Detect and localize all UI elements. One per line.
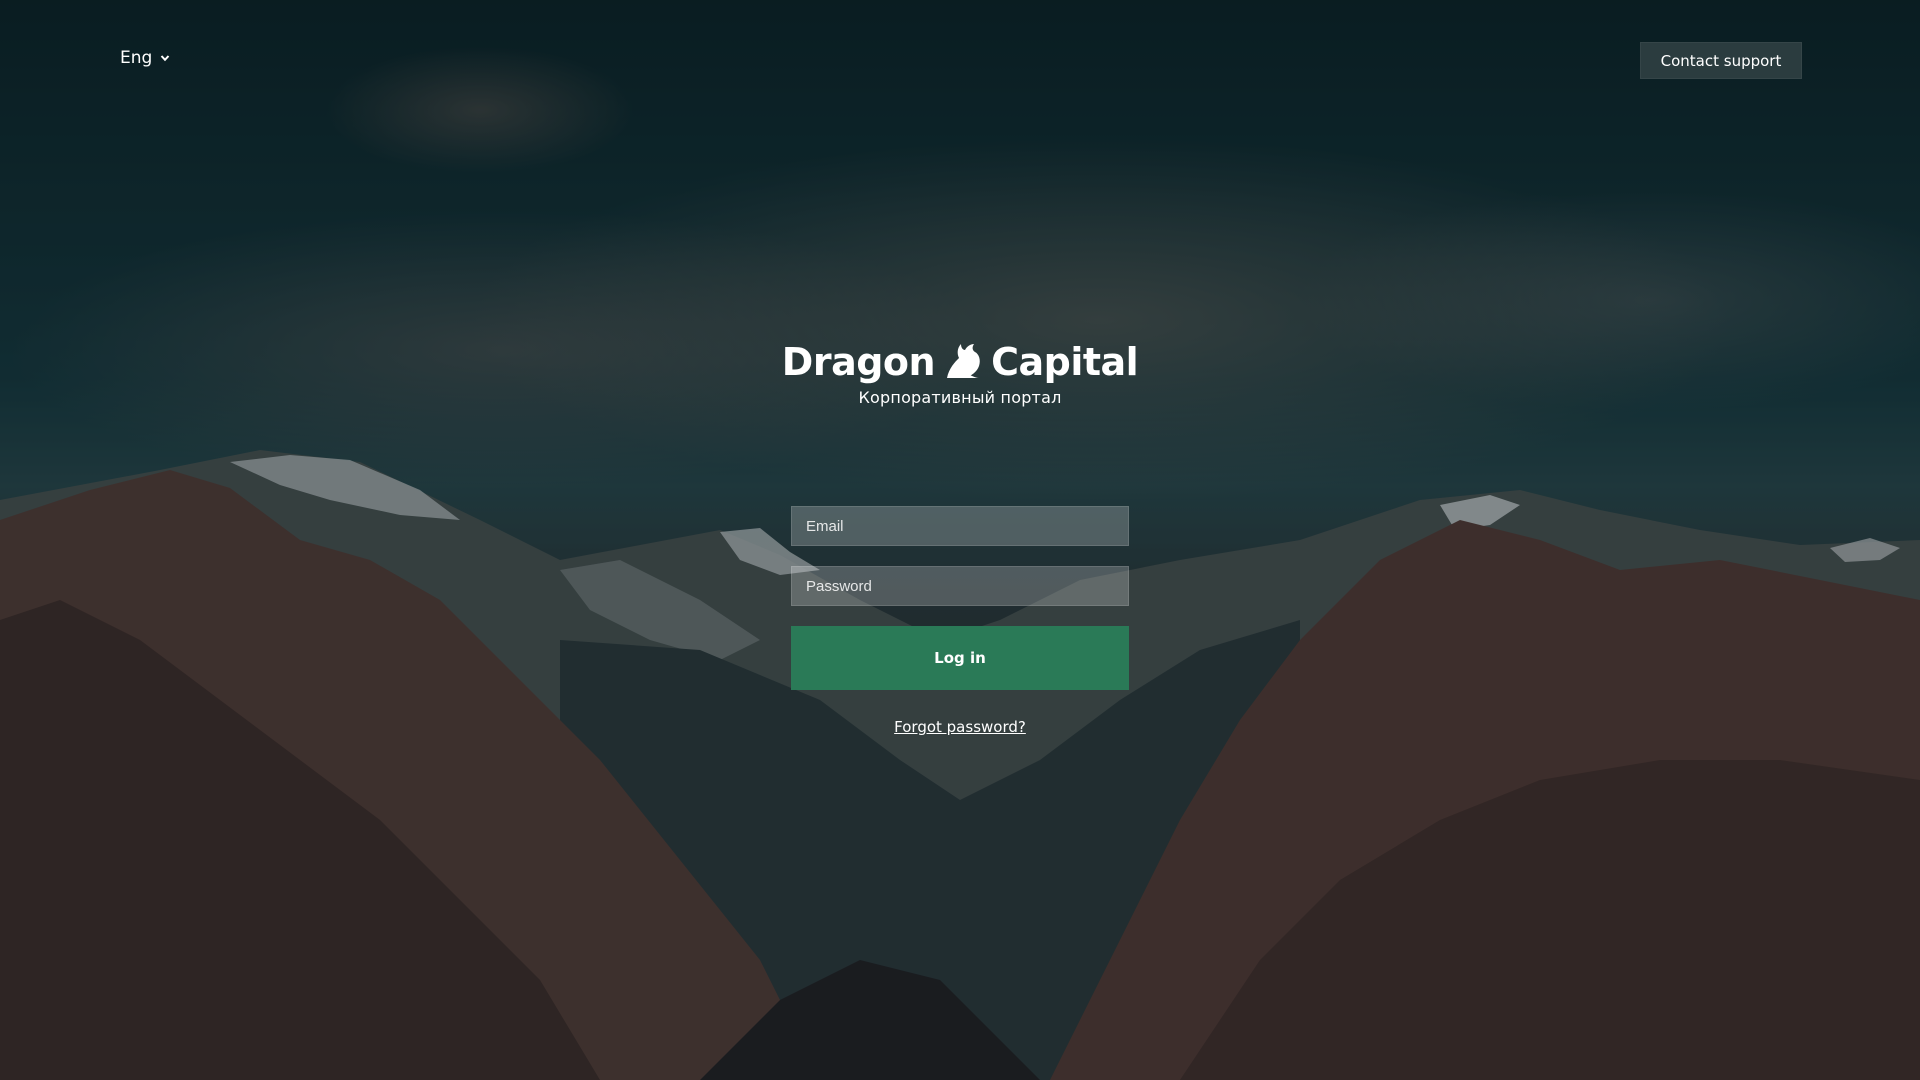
email-field[interactable] — [791, 506, 1129, 546]
language-selector[interactable]: Eng — [120, 48, 170, 68]
contact-support-button[interactable]: Contact support — [1640, 42, 1802, 79]
logo: Dragon Capital — [781, 340, 1139, 384]
contact-support-label: Contact support — [1660, 51, 1782, 70]
login-button[interactable]: Log in — [791, 626, 1129, 690]
logo-text-right: Capital — [991, 340, 1139, 384]
brand-block: Dragon Capital Корпоративный портал — [0, 340, 1920, 407]
logo-text-left: Dragon — [781, 340, 936, 384]
login-page: Eng Contact support Dragon Capital Корпо… — [0, 0, 1920, 1080]
login-form: Log in Forgot password? — [791, 506, 1129, 736]
forgot-password-link[interactable]: Forgot password? — [791, 718, 1129, 736]
language-label: Eng — [120, 48, 153, 68]
chevron-down-icon — [161, 55, 170, 62]
portal-subtitle: Корпоративный портал — [858, 388, 1062, 407]
password-field[interactable] — [791, 566, 1129, 606]
dragon-icon — [947, 344, 980, 378]
